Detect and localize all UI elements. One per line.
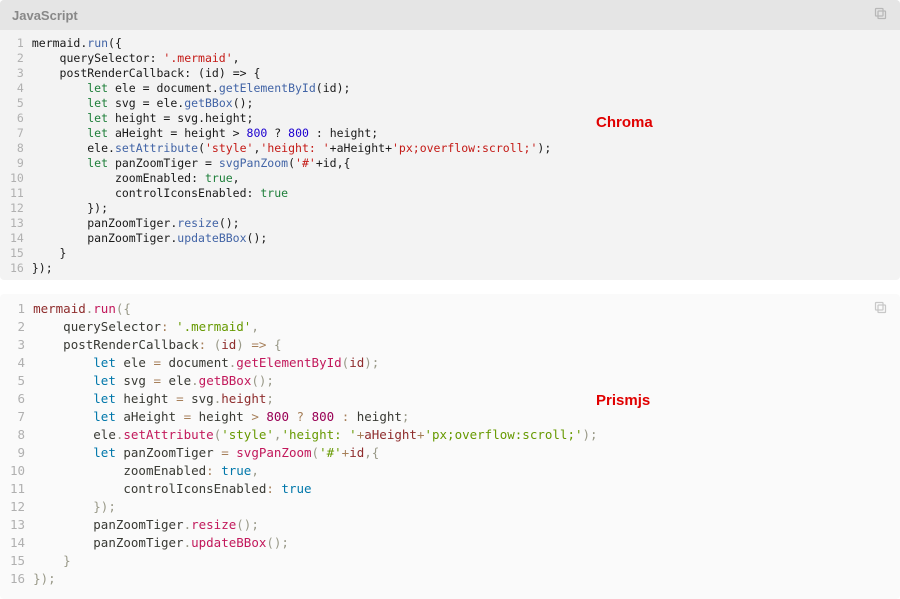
copy-icon[interactable]	[873, 300, 888, 320]
code-block-chroma: JavaScript 12345678910111213141516 merma…	[0, 0, 900, 280]
annotation-prism: Prismjs	[596, 392, 650, 409]
code-area[interactable]: 12345678910111213141516 mermaid.run({ qu…	[0, 30, 900, 280]
line-numbers: 12345678910111213141516	[0, 294, 33, 594]
annotation-chroma: Chroma	[596, 114, 653, 131]
code-content[interactable]: mermaid.run({ querySelector: '.mermaid',…	[32, 30, 551, 280]
code-block-prism: 12345678910111213141516 mermaid.run({ qu…	[0, 294, 900, 599]
code-area[interactable]: 12345678910111213141516 mermaid.run({ qu…	[0, 294, 900, 594]
language-label: JavaScript	[12, 8, 78, 23]
code-content[interactable]: mermaid.run({ querySelector: '.mermaid',…	[33, 294, 598, 594]
line-numbers: 12345678910111213141516	[0, 30, 32, 280]
code-header: JavaScript	[0, 0, 900, 30]
copy-icon[interactable]	[873, 6, 888, 24]
